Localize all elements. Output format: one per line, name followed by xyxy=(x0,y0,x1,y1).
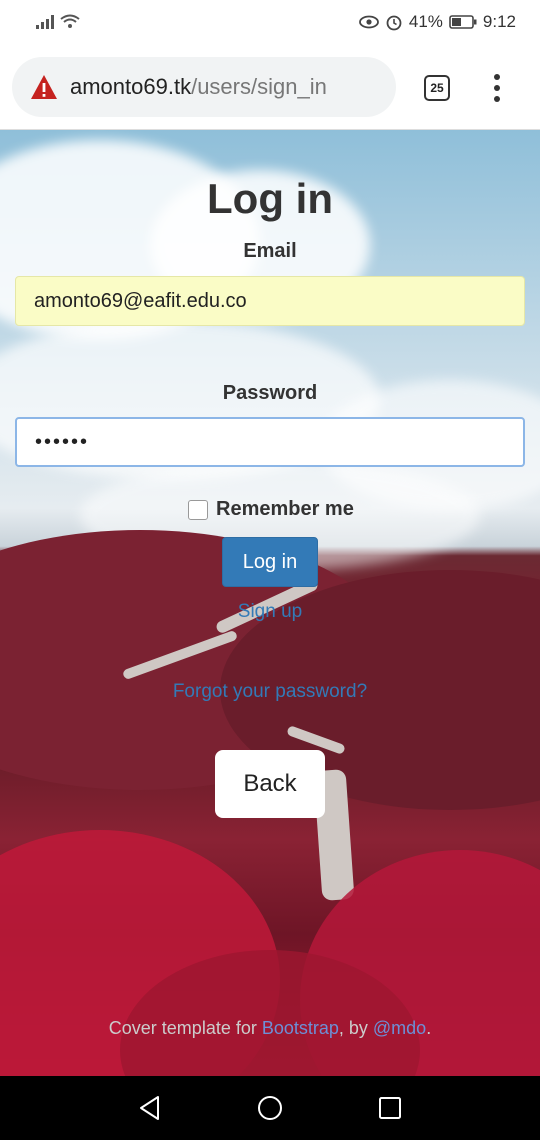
web-page: Log in Email amonto69@eafit.edu.co Passw… xyxy=(0,130,540,1076)
back-nav-icon[interactable] xyxy=(138,1095,162,1121)
bootstrap-link[interactable]: Bootstrap xyxy=(262,1018,339,1038)
forgot-password-link[interactable]: Forgot your password? xyxy=(0,681,540,703)
signup-link[interactable]: Sign up xyxy=(0,601,540,623)
footer-middle: , by xyxy=(338,1018,373,1038)
signal-icon xyxy=(36,15,54,29)
browser-toolbar: amonto69.tk/users/sign_in 25 xyxy=(0,44,540,130)
home-nav-icon[interactable] xyxy=(257,1095,283,1121)
battery-icon xyxy=(449,15,477,29)
remember-me-row[interactable]: Remember me xyxy=(188,498,354,521)
author-link[interactable]: @mdo xyxy=(373,1018,426,1038)
tab-switcher-button[interactable]: 25 xyxy=(424,75,450,101)
status-bar: 41% 9:12 xyxy=(0,0,540,44)
login-button[interactable]: Log in xyxy=(222,537,318,587)
alarm-icon xyxy=(386,15,402,31)
footer: Cover template for Bootstrap, by @mdo. xyxy=(0,1018,540,1039)
password-value: •••••• xyxy=(35,430,90,453)
email-label: Email xyxy=(243,240,297,262)
email-field[interactable]: amonto69@eafit.edu.co xyxy=(15,276,525,326)
browser-menu-button[interactable] xyxy=(490,74,504,102)
system-navigation-bar xyxy=(0,1076,540,1140)
wifi-icon xyxy=(60,14,80,28)
url-path: /users/sign_in xyxy=(191,74,327,99)
remember-me-label[interactable]: Remember me xyxy=(216,498,354,521)
recents-nav-icon[interactable] xyxy=(378,1096,402,1120)
clock: 9:12 xyxy=(482,12,516,31)
url-host: amonto69.tk xyxy=(70,74,192,99)
eye-icon xyxy=(358,15,379,29)
footer-prefix: Cover template for xyxy=(108,1018,262,1038)
menu-dot-icon xyxy=(494,85,500,91)
password-field[interactable]: •••••• xyxy=(15,417,525,467)
page-title: Log in xyxy=(207,175,333,222)
battery-percent: 41% xyxy=(408,12,443,31)
back-button[interactable]: Back xyxy=(215,750,325,818)
remember-me-checkbox[interactable] xyxy=(188,499,208,520)
menu-dot-icon xyxy=(494,74,500,80)
footer-suffix: . xyxy=(426,1018,432,1038)
email-value: amonto69@eafit.edu.co xyxy=(34,289,247,312)
password-label: Password xyxy=(222,382,318,404)
menu-dot-icon xyxy=(494,96,500,102)
address-bar[interactable]: amonto69.tk/users/sign_in xyxy=(12,57,396,117)
not-secure-warning-icon[interactable] xyxy=(30,74,58,100)
